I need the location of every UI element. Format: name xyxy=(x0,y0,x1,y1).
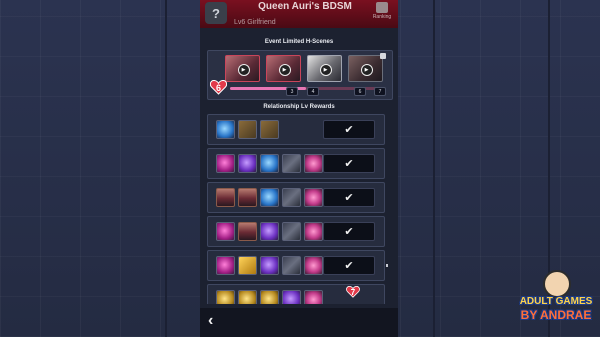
watermark-logo: ADULT GAMES BY ANDRAE xyxy=(518,270,594,330)
frame-divider xyxy=(433,0,435,337)
play-icon: ▶ xyxy=(319,63,332,76)
bow-icon[interactable] xyxy=(282,154,301,173)
claimed-button[interactable]: ✔ xyxy=(323,256,375,275)
milestone-marker: 6 xyxy=(354,87,366,96)
portrait-icon[interactable] xyxy=(238,188,257,207)
ranking-button[interactable]: Ranking xyxy=(370,1,394,25)
reward-row: ✔ xyxy=(207,250,385,281)
bow-icon[interactable] xyxy=(282,188,301,207)
play-icon: ▶ xyxy=(278,63,291,76)
star-icon[interactable] xyxy=(304,154,323,173)
watermark-line1: ADULT GAMES xyxy=(519,296,593,307)
play-icon: ▶ xyxy=(237,63,250,76)
ticket-icon[interactable] xyxy=(260,120,279,139)
ticket-icon[interactable] xyxy=(238,120,257,139)
avatar-icon xyxy=(543,270,571,298)
help-button[interactable]: ? xyxy=(205,2,227,24)
coin-icon[interactable] xyxy=(238,290,257,304)
rewards-section-title: Relationship Lv Rewards xyxy=(263,104,335,110)
gem-blue-icon[interactable] xyxy=(216,120,235,139)
milestone-marker: 3 xyxy=(286,87,298,96)
coin-icon[interactable] xyxy=(216,290,235,304)
frame-divider xyxy=(165,0,167,337)
ranking-label: Ranking xyxy=(372,14,392,20)
star-icon[interactable] xyxy=(304,222,323,241)
coin-icon[interactable] xyxy=(260,290,279,304)
h-scene-thumbnail[interactable]: ▶ xyxy=(307,55,342,82)
ranking-icon xyxy=(376,2,388,13)
event-scenes-panel: ▶ ▶ ▶ ▶ 6 3 4 6 7 xyxy=(207,50,393,100)
milestone-marker: 7 xyxy=(374,87,386,96)
gem-pink-icon[interactable] xyxy=(216,154,235,173)
game-screen: ? Queen Auri's BDSM Lv6 Girlfriend Ranki… xyxy=(200,0,398,337)
relationship-level: Lv6 Girlfriend xyxy=(234,19,276,26)
next-level-heart: 7 xyxy=(346,286,360,298)
gem-purple-icon[interactable] xyxy=(260,222,279,241)
lock-icon xyxy=(380,53,386,59)
next-level-value: 7 xyxy=(350,287,356,297)
gem-blue-icon[interactable] xyxy=(260,154,279,173)
character-title: Queen Auri's BDSM xyxy=(258,1,352,12)
claimed-button[interactable]: ✔ xyxy=(323,154,375,173)
gem-purple-icon[interactable] xyxy=(238,154,257,173)
gem-pink-icon[interactable] xyxy=(216,256,235,275)
portrait-icon[interactable] xyxy=(216,188,235,207)
scrollbar[interactable] xyxy=(386,264,388,267)
gem-purple-icon[interactable] xyxy=(260,256,279,275)
bow-icon[interactable] xyxy=(282,222,301,241)
claimed-button[interactable]: ✔ xyxy=(323,120,375,139)
star-icon[interactable] xyxy=(304,188,323,207)
gem-purple-icon[interactable] xyxy=(282,290,301,304)
bottom-bar: ‹ xyxy=(200,308,398,337)
bow-icon[interactable] xyxy=(282,256,301,275)
reward-row: ✔ xyxy=(207,216,385,247)
star-icon[interactable] xyxy=(304,290,323,304)
current-level-value: 6 xyxy=(215,82,221,93)
h-scene-thumbnail[interactable]: ▶ xyxy=(266,55,301,82)
claimed-button[interactable]: ✔ xyxy=(323,188,375,207)
milestone-marker: 4 xyxy=(307,87,319,96)
claimed-button[interactable]: ✔ xyxy=(323,222,375,241)
reward-row: ✔ xyxy=(207,182,385,213)
h-scene-thumbnail[interactable]: ▶ xyxy=(225,55,260,82)
play-icon: ▶ xyxy=(360,63,373,76)
gold-ticket-icon[interactable] xyxy=(238,256,257,275)
back-button[interactable]: ‹ xyxy=(208,312,224,332)
portrait-icon[interactable] xyxy=(238,222,257,241)
reward-row: ✔ xyxy=(207,114,385,145)
event-section-title: Event Limited H-Scenes xyxy=(264,39,334,45)
reward-row: ✔ xyxy=(207,148,385,179)
current-level-heart: 6 xyxy=(210,80,227,95)
header-bar: ? Queen Auri's BDSM Lv6 Girlfriend Ranki… xyxy=(200,0,398,28)
h-scene-thumbnail-locked[interactable]: ▶ xyxy=(348,55,383,82)
star-icon[interactable] xyxy=(304,256,323,275)
gem-pink-icon[interactable] xyxy=(216,222,235,241)
gem-blue-icon[interactable] xyxy=(260,188,279,207)
watermark-line2: BY ANDRAE xyxy=(520,308,592,322)
rewards-list[interactable]: ✔ ✔ ✔ ✔ ✔ xyxy=(207,114,388,304)
